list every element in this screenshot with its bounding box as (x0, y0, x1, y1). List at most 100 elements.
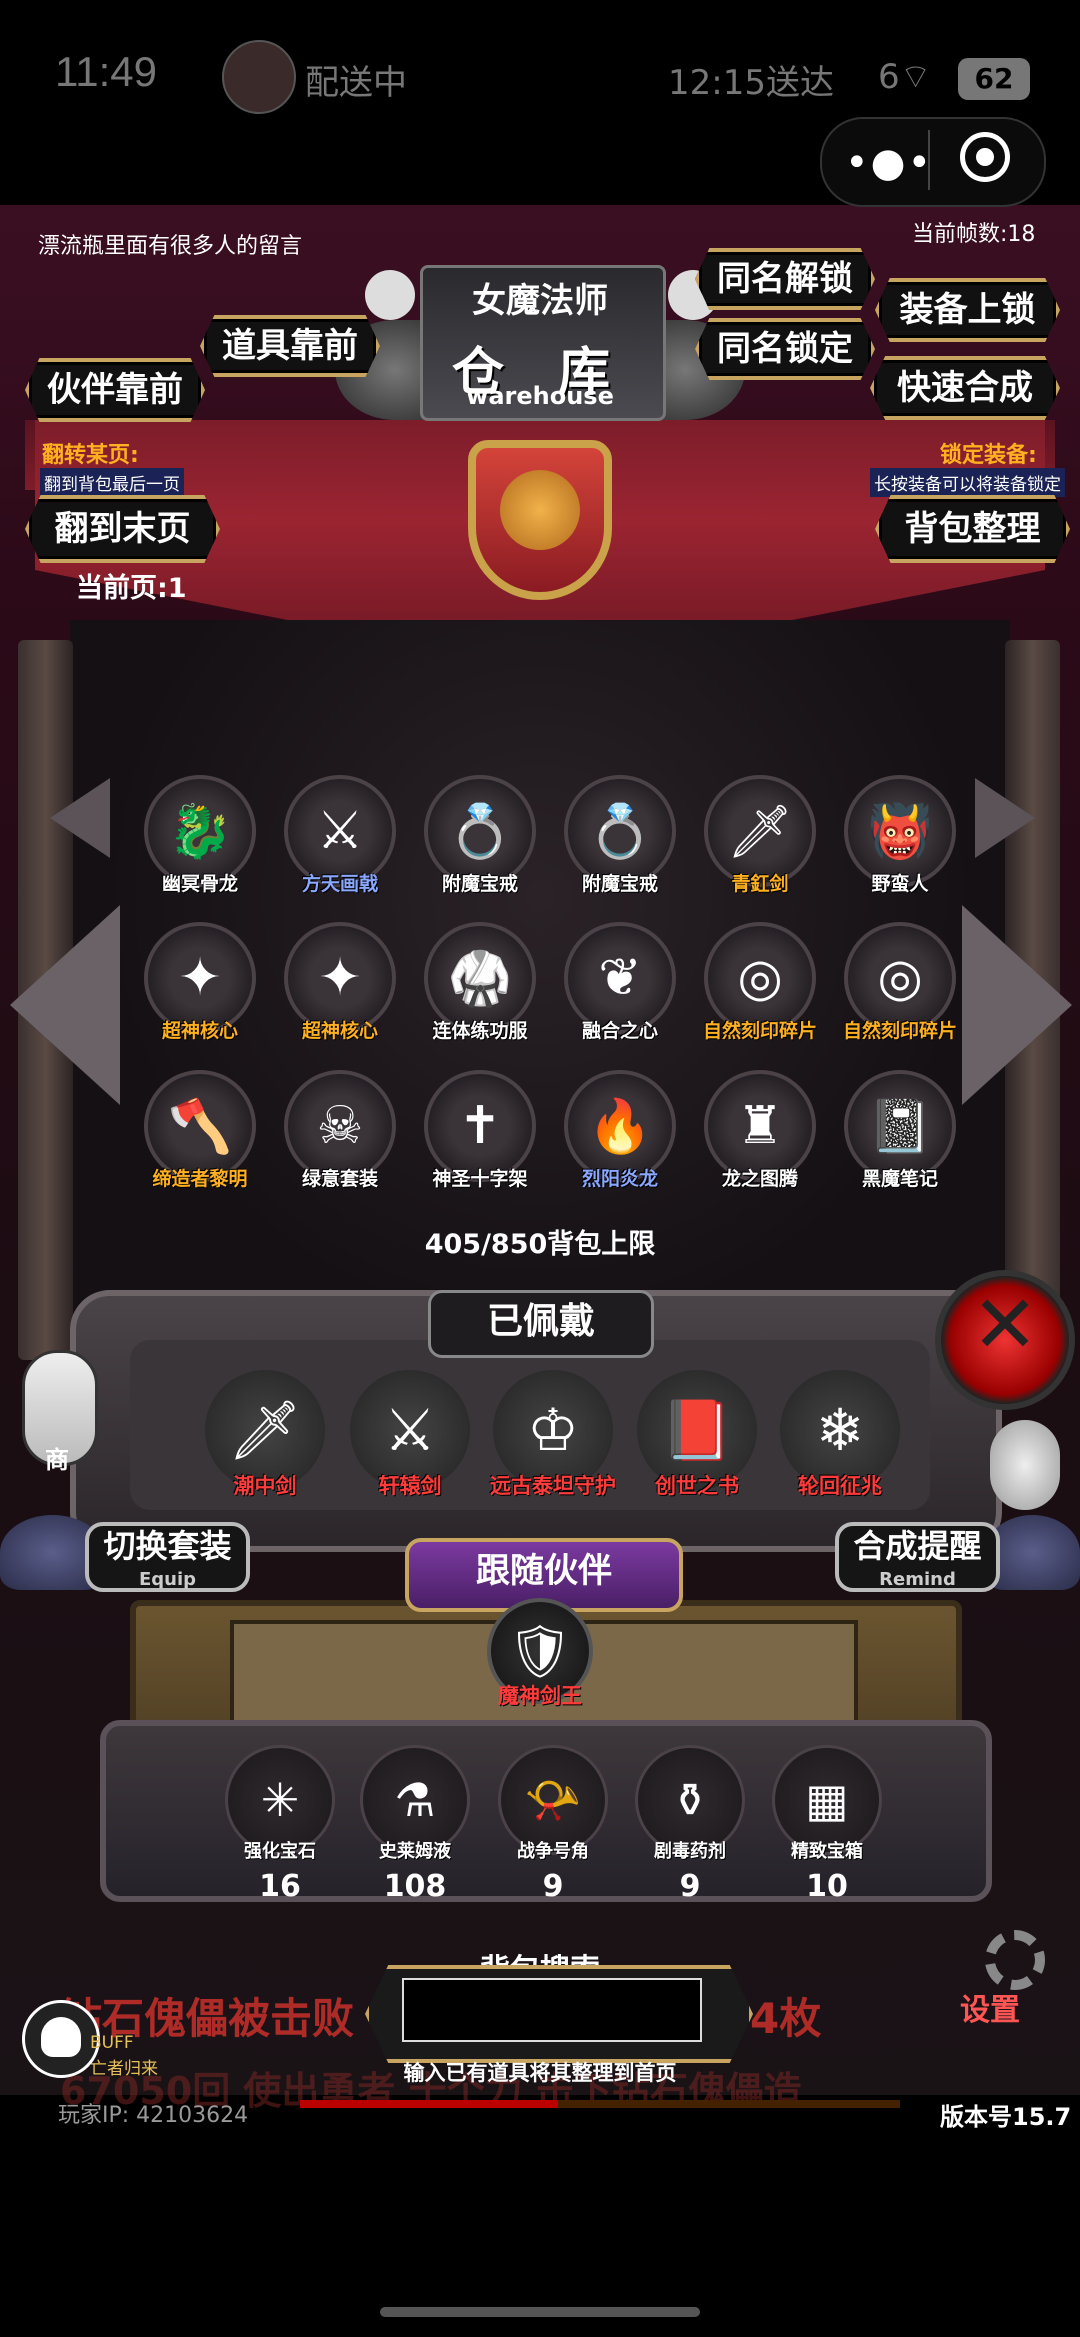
item-name: 融合之心 (581, 1020, 658, 1042)
synth-remind-button[interactable]: 合成提醒 Remind (835, 1522, 1000, 1592)
consumable-count: 9 (542, 1869, 564, 1904)
fire-dragon-icon: 🔥 (587, 1096, 653, 1157)
inventory-item[interactable]: 🥋 连体练功服 (420, 922, 540, 1043)
synth-remind-sub: Remind (879, 1569, 956, 1590)
equipped-title: 已佩戴 (428, 1290, 654, 1358)
inventory-item[interactable]: 👹 野蛮人 (840, 775, 960, 896)
equip-lock-button[interactable]: 装备上锁 (875, 278, 1060, 342)
equipped-item[interactable]: ⚔ 轩辕剑 (345, 1370, 475, 1500)
buff-skull-icon[interactable] (22, 2000, 100, 2078)
barbarian-icon: 👹 (867, 801, 933, 862)
green-armor-icon: ☠ (316, 1096, 364, 1156)
consumable-item[interactable]: 📯 战争号角 9 (488, 1745, 618, 1904)
equipped-item[interactable]: ❄ 轮回征兆 (775, 1370, 905, 1500)
to-last-page-button[interactable]: 翻到末页 (25, 495, 220, 563)
gear-icon[interactable] (985, 1930, 1045, 1990)
ring-icon: 💍 (447, 801, 513, 862)
skull-left-icon (365, 270, 415, 320)
bag-search-input[interactable] (402, 1978, 702, 2042)
equipped-item-name: 远古泰坦守护 (490, 1474, 616, 1498)
more-dots-icon[interactable]: •●• (845, 140, 933, 186)
dice-icon[interactable] (990, 1420, 1060, 1510)
item-name: 幽冥骨龙 (161, 873, 238, 895)
inventory-item[interactable]: 🗡 青釭剑 (700, 775, 820, 896)
next-page-arrow-icon[interactable] (962, 905, 1072, 1105)
flip-page-desc: 翻到背包最后一页 (40, 468, 184, 497)
inventory-item[interactable]: 🪓 缔造者黎明 (140, 1070, 260, 1191)
items-front-button[interactable]: 道具靠前 (200, 315, 380, 377)
warehouse-subtitle: warehouse (466, 382, 614, 410)
delivery-avatar-icon (222, 40, 296, 114)
buff-label: BUFF (90, 2033, 134, 2053)
inventory-item[interactable]: 💍 附魔宝戒 (560, 775, 680, 896)
inventory-item[interactable]: ◎ 自然刻印碎片 (840, 922, 960, 1043)
item-name: 绿意套装 (301, 1168, 378, 1190)
inventory-item[interactable]: 🐉 幽冥骨龙 (140, 775, 260, 896)
item-name: 连体练功服 (432, 1020, 528, 1042)
rune-shard-icon: ◎ (737, 948, 783, 1008)
inventory-item[interactable]: ♜ 龙之图腾 (700, 1070, 820, 1191)
consumable-item[interactable]: ✳ 强化宝石 16 (215, 1745, 345, 1904)
equipped-item[interactable]: 🗡 潮中剑 (200, 1370, 330, 1500)
ring-icon: 💍 (587, 801, 653, 862)
lion-head-icon (500, 470, 580, 550)
consumable-item[interactable]: ▦ 精致宝箱 10 (762, 1745, 892, 1904)
item-name: 野蛮人 (871, 873, 929, 895)
shop-label: 商 (45, 1446, 69, 1474)
inventory-item[interactable]: 📓 黑魔笔记 (840, 1070, 960, 1191)
item-name: 神圣十字架 (432, 1168, 528, 1190)
equipped-item-name: 创世之书 (655, 1474, 739, 1498)
consumable-name: 剧毒药剂 (654, 1841, 726, 1862)
inventory-item[interactable]: ❦ 融合之心 (560, 922, 680, 1043)
item-name: 自然刻印碎片 (702, 1020, 817, 1042)
equipped-item[interactable]: 📕 创世之书 (632, 1370, 762, 1500)
dragon-totem-icon: ♜ (736, 1096, 784, 1156)
halberd-icon: ⚔ (316, 801, 364, 861)
inventory-item[interactable]: ⚔ 方天画戟 (280, 775, 400, 896)
equipped-item[interactable]: ♔ 远古泰坦守护 (488, 1370, 618, 1500)
consumable-name: 史莱姆液 (379, 1841, 451, 1862)
home-indicator[interactable] (380, 2307, 700, 2317)
settings-button[interactable]: 设置 (960, 1985, 1020, 2029)
item-name: 超神核心 (161, 1020, 238, 1042)
load-progress-fill (300, 2100, 558, 2108)
consumable-item[interactable]: ⚗ 史莱姆液 108 (350, 1745, 480, 1904)
same-name-unlock-button[interactable]: 同名解锁 (695, 248, 875, 310)
prev-page-small-arrow-icon[interactable] (50, 778, 110, 858)
lock-equip-title: 锁定装备: (940, 443, 1037, 468)
item-name: 附魔宝戒 (441, 873, 518, 895)
inventory-item[interactable]: ✦ 超神核心 (280, 922, 400, 1043)
switch-set-button[interactable]: 切换套装 Equip (85, 1522, 250, 1592)
inventory-item[interactable]: ✦ 超神核心 (140, 922, 260, 1043)
item-name: 龙之图腾 (721, 1168, 798, 1190)
inventory-item[interactable]: ☠ 绿意套装 (280, 1070, 400, 1191)
consumable-item[interactable]: ⚱ 剧毒药剂 9 (625, 1745, 755, 1904)
dark-notebook-icon: 📓 (867, 1096, 933, 1157)
clock: 11:49 (55, 48, 157, 95)
switch-set-sub: Equip (138, 1569, 197, 1590)
rune-shard-icon: ◎ (877, 948, 923, 1008)
partner-name: 魔神剑王 (498, 1684, 582, 1708)
inventory-item[interactable]: 🔥 烈阳炎龙 (560, 1070, 680, 1191)
equipped-item-name: 轮回征兆 (798, 1474, 882, 1498)
item-name: 自然刻印碎片 (842, 1020, 957, 1042)
inventory-item[interactable]: 💍 附魔宝戒 (420, 775, 540, 896)
item-name: 缔造者黎明 (152, 1168, 248, 1190)
sword-icon: 🗡 (726, 801, 793, 862)
quick-synth-button[interactable]: 快速合成 (870, 356, 1060, 420)
inventory-item[interactable]: ✝ 神圣十字架 (420, 1070, 540, 1191)
next-page-small-arrow-icon[interactable] (975, 778, 1035, 858)
version: 版本号15.7 (940, 2103, 1072, 2131)
core-icon: ✦ (318, 948, 362, 1008)
consumable-count: 10 (806, 1869, 848, 1904)
equipped-item-name: 潮中剑 (233, 1474, 297, 1498)
prev-page-arrow-icon[interactable] (10, 905, 120, 1105)
same-name-lock-button[interactable]: 同名锁定 (695, 318, 875, 380)
inventory-item[interactable]: ◎ 自然刻印碎片 (700, 922, 820, 1043)
target-close-icon[interactable] (960, 132, 1010, 182)
partner-front-button[interactable]: 伙伴靠前 (25, 358, 205, 422)
close-icon: ✕ (971, 1278, 1039, 1371)
bag-sort-button[interactable]: 背包整理 (875, 495, 1070, 563)
core-icon: ✦ (178, 948, 222, 1008)
bone-dragon-icon: 🐉 (167, 801, 233, 862)
